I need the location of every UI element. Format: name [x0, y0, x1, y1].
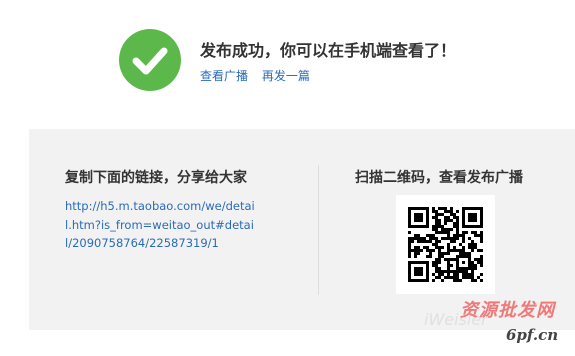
share-url-link[interactable]: http://h5.m.taobao.com/we/detail.htm?is_…: [65, 197, 255, 253]
watermark-domain: 6pf.cn: [506, 326, 559, 344]
publish-success-page: 发布成功，你可以在手机端查看了！ 查看广播 再发一篇 复制下面的链接，分享给大家…: [0, 0, 575, 356]
watermark-site-name: 资源批发网: [460, 300, 555, 321]
share-heading: 复制下面的链接，分享给大家: [65, 170, 247, 186]
qr-heading: 扫描二维码，查看发布广播: [355, 170, 523, 186]
watermark: iWeisier 资源批发网 6pf.cn: [414, 296, 574, 352]
success-title: 发布成功，你可以在手机端查看了！: [200, 41, 457, 60]
qr-code-icon: [408, 207, 483, 282]
qr-code-box: [396, 195, 495, 294]
post-again-link[interactable]: 再发一篇: [262, 69, 310, 83]
success-links: 查看广播 再发一篇: [200, 67, 320, 84]
checkmark-icon: [119, 29, 181, 91]
panel-divider: [318, 165, 319, 295]
view-broadcast-link[interactable]: 查看广播: [200, 69, 248, 83]
